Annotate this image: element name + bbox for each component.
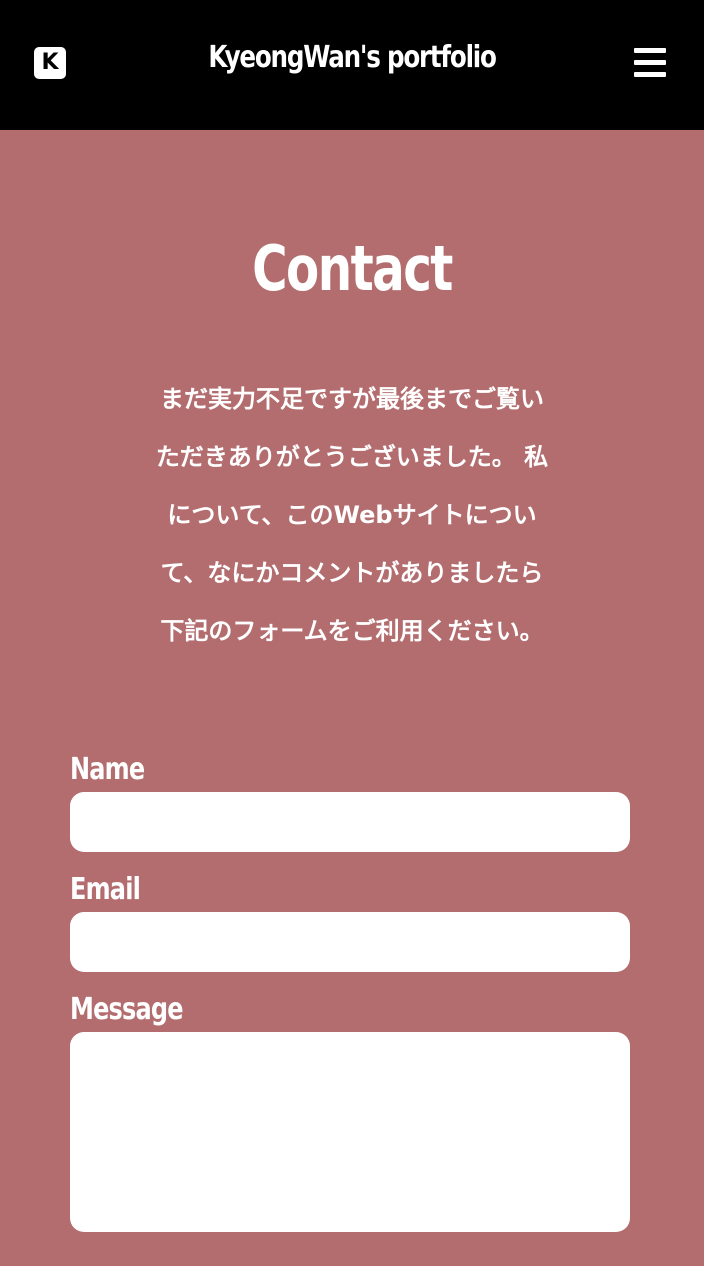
name-label: Name	[70, 752, 145, 787]
site-header: K KyeongWan's portfolio	[0, 0, 704, 130]
site-title[interactable]: KyeongWan's portfolio	[63, 40, 640, 75]
intro-line: について、このWebサイトについ	[167, 501, 537, 529]
email-field[interactable]	[70, 912, 630, 972]
intro-line: て、なにかコメントがありましたら	[160, 559, 544, 587]
intro-line: ただきありがとうございました。 私	[155, 443, 549, 471]
menu-bar	[634, 60, 666, 65]
email-label: Email	[70, 872, 141, 907]
contact-form: Name Email Message	[70, 748, 630, 1232]
logo-icon[interactable]: K	[34, 47, 66, 79]
menu-bar	[634, 48, 666, 53]
name-field[interactable]	[70, 792, 630, 852]
menu-bar	[634, 72, 666, 77]
intro-line: 下記のフォームをご利用ください。	[160, 617, 544, 645]
hamburger-menu-icon[interactable]	[634, 48, 666, 78]
contact-intro-text: まだ実力不足ですが最後までご覧い ただきありがとうございました。 私 について、…	[120, 370, 584, 660]
page-title: Contact	[252, 232, 453, 305]
intro-line: まだ実力不足ですが最後までご覧い	[160, 385, 544, 413]
message-field[interactable]	[70, 1032, 630, 1232]
logo-letter: K	[41, 50, 59, 75]
message-label: Message	[70, 992, 184, 1027]
